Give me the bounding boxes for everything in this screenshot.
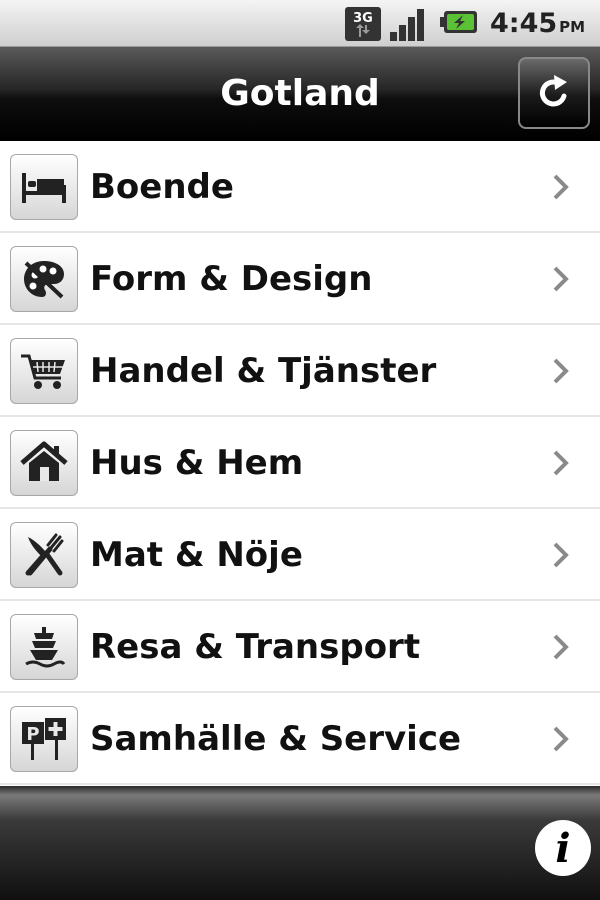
list-item-label: Form & Design (90, 259, 373, 299)
info-button[interactable]: i (535, 820, 591, 876)
list-item-label: Mat & Nöje (90, 535, 303, 575)
list-item-handel-tjanster[interactable]: Handel & Tjänster (0, 325, 600, 417)
list-item-samhalle-service[interactable]: P Samhälle & Service (0, 693, 600, 785)
3g-data-icon: 3G (345, 7, 381, 41)
chevron-right-icon (553, 726, 569, 752)
list-item-hus-hem[interactable]: Hus & Hem (0, 417, 600, 509)
list-item-label: Resa & Transport (90, 627, 421, 667)
chevron-right-icon (553, 542, 569, 568)
list-item-label: Hus & Hem (90, 443, 304, 483)
refresh-button[interactable] (518, 57, 590, 129)
clock-ampm: PM (559, 18, 586, 36)
list-item-label: Boende (90, 167, 234, 207)
fork-knife-icon (10, 522, 78, 588)
service-sign-icon: P (10, 706, 78, 772)
list-item-boende[interactable]: Boende (0, 141, 600, 233)
shopping-cart-icon (10, 338, 78, 404)
refresh-icon (539, 75, 567, 107)
list-item-form-design[interactable]: Form & Design (0, 233, 600, 325)
list-item-label: Handel & Tjänster (90, 351, 437, 391)
list-item-mat-noje[interactable]: Mat & Nöje (0, 509, 600, 601)
palette-icon (10, 246, 78, 312)
page-title: Gotland (220, 73, 380, 114)
bed-icon (10, 154, 78, 220)
category-list: Boende Form & Design Handel & Tjänster H… (0, 141, 600, 785)
clock-time: 4:45 (490, 8, 558, 39)
chevron-right-icon (553, 634, 569, 660)
ferry-icon (10, 614, 78, 680)
status-bar: 3G 4:45 PM (0, 0, 600, 47)
clock: 4:45 PM (490, 6, 585, 42)
title-bar: Gotland (0, 47, 600, 143)
list-item-label: Samhälle & Service (90, 719, 462, 759)
bottom-bar: i (0, 786, 600, 900)
battery-charging-icon (440, 11, 477, 33)
chevron-right-icon (553, 358, 569, 384)
house-icon (10, 430, 78, 496)
chevron-right-icon (553, 450, 569, 476)
signal-icon (390, 9, 424, 41)
list-item-resa-transport[interactable]: Resa & Transport (0, 601, 600, 693)
chevron-right-icon (553, 174, 569, 200)
chevron-right-icon (553, 266, 569, 292)
svg-text:P: P (26, 724, 39, 745)
network-label: 3G (353, 11, 373, 26)
info-icon: i (555, 824, 571, 872)
